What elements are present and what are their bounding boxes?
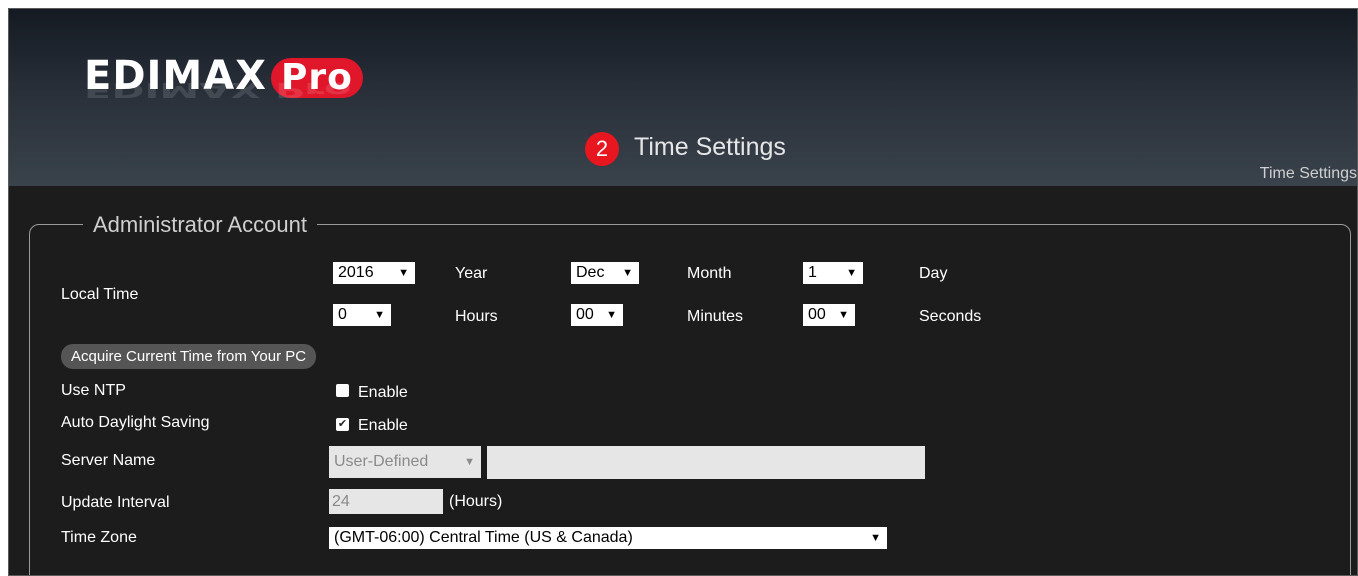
update-interval-unit: (Hours) xyxy=(449,493,503,510)
section-legend: Administrator Account xyxy=(83,212,317,238)
day-label: Day xyxy=(919,265,948,282)
second-select[interactable]: 00 ▼ xyxy=(803,304,855,326)
chevron-down-icon: ▼ xyxy=(606,309,617,321)
hours-label: Hours xyxy=(455,308,498,325)
logo-reflection: EDIMAX Pro xyxy=(84,78,351,101)
month-label: Month xyxy=(687,265,732,282)
acquire-time-button[interactable]: Acquire Current Time from Your PC xyxy=(61,344,317,369)
chevron-down-icon: ▼ xyxy=(374,309,385,321)
server-name-select-value: User-Defined xyxy=(334,453,429,470)
header: EDIMAX Pro EDIMAX Pro 2 Time Settings Tim… xyxy=(9,9,1357,186)
update-interval-input[interactable]: 24 xyxy=(329,489,443,514)
minute-select-value: 00 xyxy=(576,306,594,323)
hour-select-value: 0 xyxy=(338,306,347,323)
page-title: Time Settings xyxy=(634,133,786,161)
chevron-down-icon: ▼ xyxy=(838,309,849,321)
minute-select[interactable]: 00 ▼ xyxy=(571,304,623,326)
local-time-label: Local Time xyxy=(61,286,139,303)
use-ntp-label: Use NTP xyxy=(61,382,126,399)
dst-enable-label: Enable xyxy=(358,417,408,434)
update-interval-label: Update Interval xyxy=(61,494,170,511)
auto-daylight-saving-label: Auto Daylight Saving xyxy=(61,414,210,431)
step-number-badge: 2 xyxy=(585,132,619,166)
day-select-value: 1 xyxy=(808,264,817,281)
chevron-down-icon: ▼ xyxy=(622,267,633,279)
hour-select[interactable]: 0 ▼ xyxy=(333,304,391,326)
time-zone-select-value: (GMT-06:00) Central Time (US & Canada) xyxy=(334,529,633,546)
ntp-enable-checkbox[interactable] xyxy=(336,384,349,397)
checkmark-icon: ✔ xyxy=(337,418,348,430)
page-frame: EDIMAX Pro EDIMAX Pro 2 Time Settings Tim… xyxy=(8,8,1358,576)
breadcrumb[interactable]: Time Settings xyxy=(1260,165,1357,183)
logo-reflection-pro: Pro xyxy=(274,78,352,101)
year-select[interactable]: 2016 ▼ xyxy=(333,262,415,284)
time-zone-select[interactable]: (GMT-06:00) Central Time (US & Canada) ▼ xyxy=(329,527,887,549)
chevron-down-icon: ▼ xyxy=(398,267,409,279)
chevron-down-icon: ▼ xyxy=(870,532,881,544)
month-select-value: Dec xyxy=(576,264,605,281)
ntp-enable-label: Enable xyxy=(358,384,408,401)
minutes-label: Minutes xyxy=(687,308,744,325)
month-select[interactable]: Dec ▼ xyxy=(571,262,639,284)
seconds-label: Seconds xyxy=(919,308,982,325)
chevron-down-icon: ▼ xyxy=(464,456,475,468)
logo-reflection-text: EDIMAX xyxy=(84,78,262,101)
time-zone-label: Time Zone xyxy=(61,529,137,546)
day-select[interactable]: 1 ▼ xyxy=(803,262,863,284)
server-name-label: Server Name xyxy=(61,452,156,469)
second-select-value: 00 xyxy=(808,306,826,323)
year-select-value: 2016 xyxy=(338,264,374,281)
dst-enable-checkbox[interactable]: ✔ xyxy=(336,418,349,431)
chevron-down-icon: ▼ xyxy=(846,267,857,279)
year-label: Year xyxy=(455,265,488,282)
server-name-select[interactable]: User-Defined ▼ xyxy=(329,446,481,478)
server-name-input[interactable] xyxy=(487,446,925,479)
